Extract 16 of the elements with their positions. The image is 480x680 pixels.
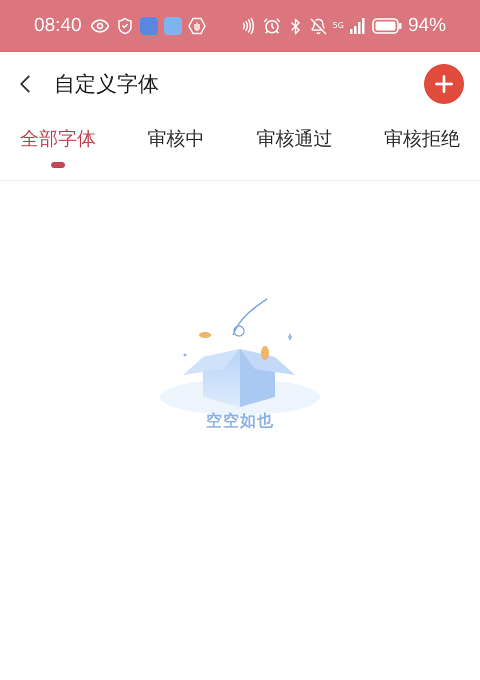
status-time: 08:40 (34, 15, 82, 37)
add-button[interactable] (424, 64, 464, 104)
network-type-label: 5G (332, 22, 344, 30)
tab[interactable]: 审核通过 (256, 116, 332, 180)
empty-state-message: 空空如也 (206, 411, 274, 432)
shield-check-icon (116, 17, 134, 35)
battery-percent: 94% (408, 15, 446, 37)
alarm-icon (262, 17, 281, 35)
page-title: 自定义字体 (54, 71, 160, 98)
tab[interactable]: 审核中 (148, 116, 205, 180)
tab[interactable]: 审核拒绝 (384, 116, 460, 180)
tab[interactable]: 全部字体 (20, 116, 96, 180)
hand-hexagon-icon (188, 17, 206, 35)
bell-off-icon (310, 18, 327, 34)
signal-icon (350, 18, 366, 34)
battery-icon (372, 18, 402, 34)
